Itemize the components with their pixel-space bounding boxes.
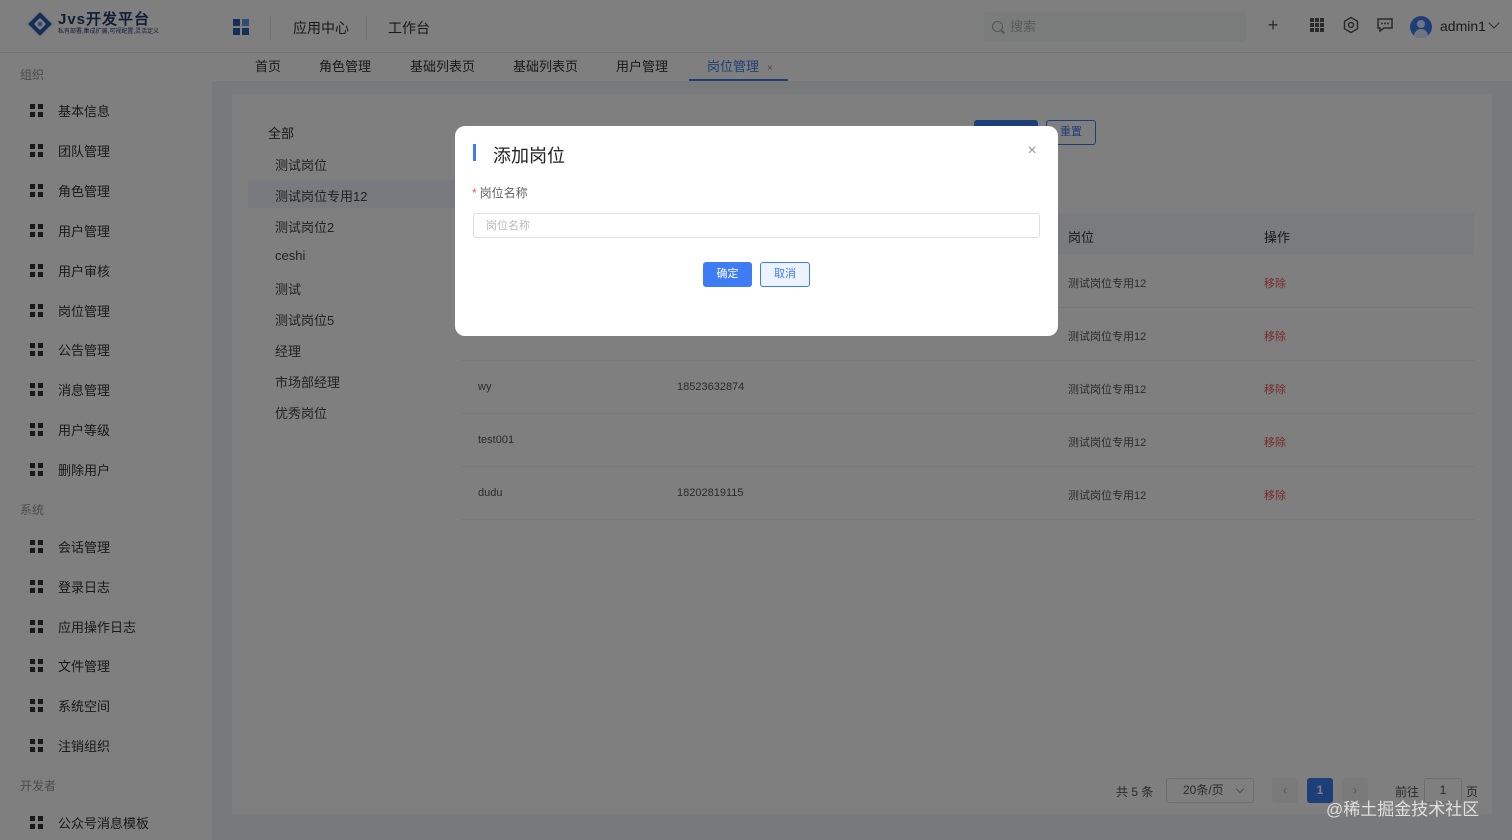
required-mark: *: [472, 186, 477, 200]
confirm-button[interactable]: 确定: [703, 262, 752, 287]
watermark: @稀土掘金技术社区: [1326, 800, 1480, 819]
post-name-label-text: 岗位名称: [479, 186, 528, 200]
add-post-dialog: 添加岗位 × *岗位名称 确定 取消: [455, 126, 1058, 336]
close-icon[interactable]: ×: [1025, 143, 1039, 159]
title-accent-bar: [473, 144, 476, 161]
dialog-title: 添加岗位: [493, 146, 565, 166]
cancel-button[interactable]: 取消: [760, 262, 810, 287]
post-name-label: * 岗位名称: [472, 184, 528, 201]
post-name-input[interactable]: [473, 213, 1040, 238]
